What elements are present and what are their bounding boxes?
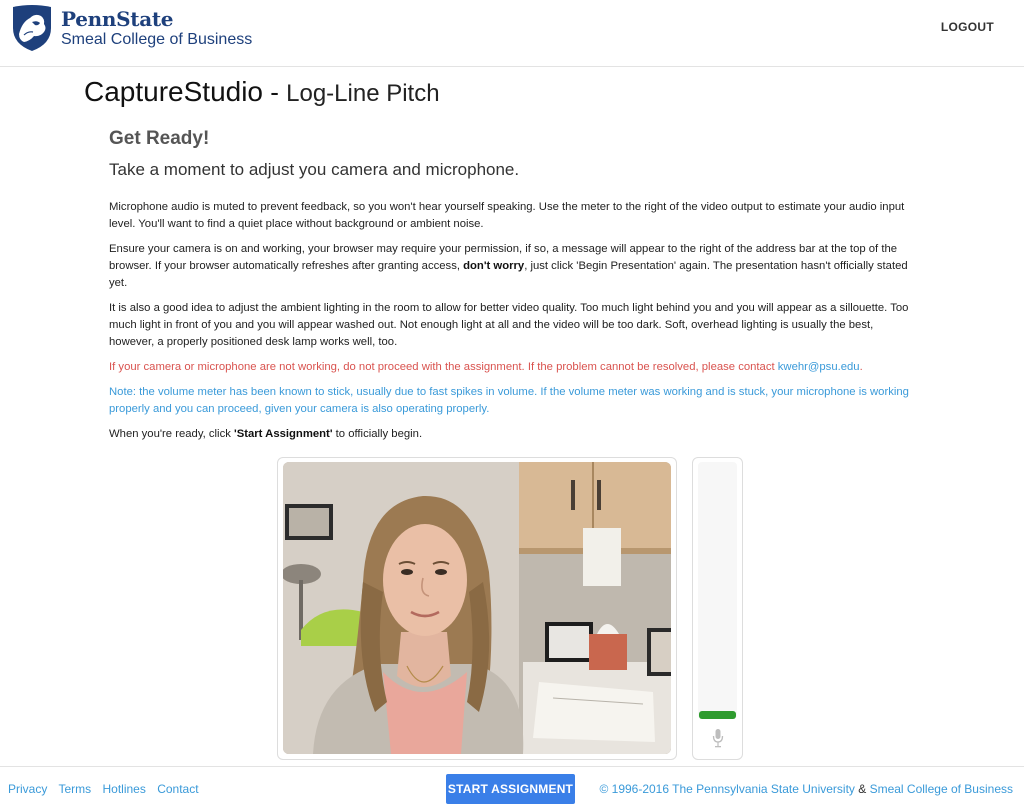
warning-paragraph: If your camera or microphone are not wor… bbox=[109, 361, 863, 373]
support-email-link[interactable]: kwehr@psu.edu bbox=[778, 361, 860, 373]
logo-title: PennState bbox=[61, 6, 174, 31]
camera-video bbox=[283, 462, 671, 754]
pennstate-logo[interactable]: PennState Smeal College of Business bbox=[10, 4, 252, 52]
volume-meter-track bbox=[698, 462, 737, 719]
start-assignment-emphasis: 'Start Assignment' bbox=[234, 428, 333, 440]
meter-note: Note: the volume meter has been known to… bbox=[109, 386, 909, 415]
footer: Privacy Terms Hotlines Contact START ASS… bbox=[0, 766, 1024, 811]
lighting-paragraph: It is also a good idea to adjust the amb… bbox=[109, 302, 909, 348]
ready-paragraph: When you're ready, click 'Start Assignme… bbox=[109, 428, 423, 440]
footer-link-terms[interactable]: Terms bbox=[58, 782, 91, 796]
footer-link-contact[interactable]: Contact bbox=[157, 782, 198, 796]
camera-feed-image bbox=[283, 462, 671, 754]
start-assignment-button[interactable]: START ASSIGNMENT bbox=[446, 774, 575, 804]
volume-level-bar bbox=[699, 711, 736, 719]
audio-paragraph: Microphone audio is muted to prevent fee… bbox=[109, 201, 905, 230]
page-title: CaptureStudio - Log-Line Pitch bbox=[84, 76, 440, 108]
instructions: Get Ready! Take a moment to adjust you c… bbox=[109, 128, 915, 443]
logout-link[interactable]: LOGOUT bbox=[941, 20, 994, 34]
logo-subtitle: Smeal College of Business bbox=[61, 30, 253, 48]
camera-paragraph: Ensure your camera is on and working, yo… bbox=[109, 243, 908, 289]
assignment-name: Log-Line Pitch bbox=[286, 80, 440, 107]
footer-links: Privacy Terms Hotlines Contact bbox=[8, 782, 207, 796]
title-separator: - bbox=[263, 77, 287, 107]
get-ready-heading: Get Ready! bbox=[109, 128, 210, 149]
copyright-university-link[interactable]: © 1996-2016 The Pennsylvania State Unive… bbox=[599, 782, 854, 796]
copyright-college-link[interactable]: Smeal College of Business bbox=[870, 782, 1013, 796]
microphone-icon bbox=[712, 729, 724, 748]
dont-worry-emphasis: don't worry bbox=[463, 260, 525, 272]
volume-meter bbox=[692, 457, 743, 760]
adjust-subheading: Take a moment to adjust you camera and m… bbox=[109, 160, 520, 179]
video-preview-frame bbox=[277, 457, 677, 760]
nittany-lion-shield-icon bbox=[13, 5, 51, 51]
copyright: © 1996-2016 The Pennsylvania State Unive… bbox=[599, 782, 1013, 796]
footer-link-hotlines[interactable]: Hotlines bbox=[102, 782, 145, 796]
footer-link-privacy[interactable]: Privacy bbox=[8, 782, 47, 796]
top-navbar: PennState Smeal College of Business LOGO… bbox=[0, 0, 1024, 67]
app-name: CaptureStudio bbox=[84, 76, 264, 107]
